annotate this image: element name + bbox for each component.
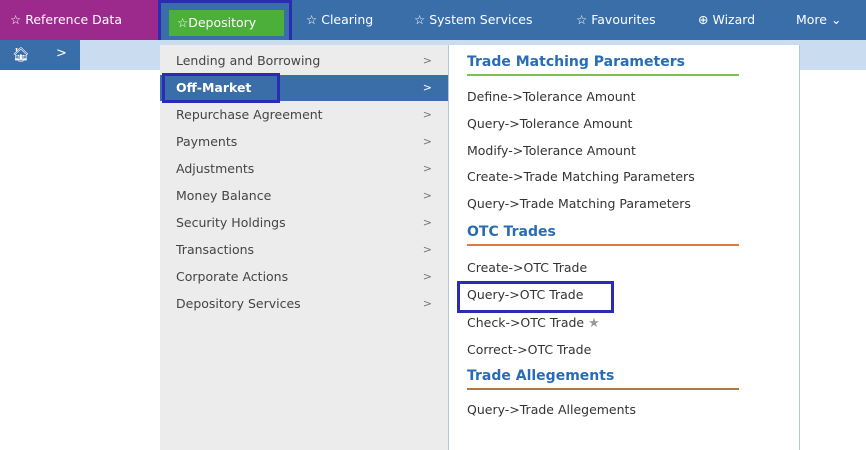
submenu-item-payments[interactable]: Payments > [160, 129, 448, 155]
nav-clearing[interactable]: ☆ Clearing [300, 0, 379, 40]
submenu-item-money-balance[interactable]: Money Balance > [160, 183, 448, 209]
query-otc-trade-highlight [457, 281, 614, 313]
submenu-item-transactions[interactable]: Transactions > [160, 237, 448, 263]
section-title-trade-allegements: Trade Allegements [467, 368, 615, 384]
link-check-otc-trade-label: Check->OTC Trade [467, 315, 585, 330]
star-icon: ☆ [414, 12, 426, 27]
link-query-trade-allegements[interactable]: Query->Trade Allegements [467, 402, 636, 417]
link-query-trade-matching-parameters[interactable]: Query->Trade Matching Parameters [467, 196, 691, 211]
link-create-otc-trade[interactable]: Create->OTC Trade [467, 260, 587, 275]
link-query-tolerance-amount[interactable]: Query->Tolerance Amount [467, 116, 632, 131]
star-icon: ☆ [10, 12, 22, 27]
nav-depository[interactable]: ☆Depository [169, 10, 284, 36]
star-icon: ☆ [177, 15, 189, 30]
off-market-flyout: Trade Matching Parameters Define->Tolera… [448, 45, 800, 450]
chevron-right-icon: > [422, 135, 432, 148]
nav-wizard[interactable]: ⊕ Wizard [692, 0, 761, 40]
link-check-otc-trade[interactable]: Check->OTC Trade ★ [467, 315, 600, 331]
nav-reference-data-label: Reference Data [25, 12, 122, 27]
chevron-right-icon: > [422, 216, 432, 229]
nav-system-services-label: System Services [429, 12, 533, 27]
nav-depository-highlight: ☆Depository [158, 0, 292, 45]
chevron-right-icon: > [422, 108, 432, 121]
submenu-item-adjustments[interactable]: Adjustments > [160, 156, 448, 182]
nav-more-label: More [796, 12, 827, 27]
star-icon: ☆ [576, 12, 588, 27]
submenu-item-corporate-actions[interactable]: Corporate Actions > [160, 264, 448, 290]
favourite-star-icon[interactable]: ★ [588, 316, 600, 331]
nav-wizard-label: Wizard [712, 12, 756, 27]
submenu-item-security-holdings[interactable]: Security Holdings > [160, 210, 448, 236]
breadcrumb-separator: > [56, 46, 67, 61]
chevron-right-icon: > [422, 81, 432, 94]
chevron-right-icon: > [422, 54, 432, 67]
home-icon[interactable]: 🏠︎ [12, 47, 30, 63]
submenu-item-label: Lending and Borrowing [176, 53, 321, 68]
nav-depository-label: Depository [188, 15, 257, 30]
submenu-item-label: Depository Services [176, 296, 301, 311]
chevron-down-icon: ⌄ [830, 12, 842, 27]
nav-system-services[interactable]: ☆ System Services [408, 0, 539, 40]
nav-favourites[interactable]: ☆ Favourites [570, 0, 662, 40]
chevron-right-icon: > [422, 243, 432, 256]
chevron-right-icon: > [422, 297, 432, 310]
star-icon: ☆ [306, 12, 318, 27]
submenu-item-label: Security Holdings [176, 215, 286, 230]
section-divider [467, 388, 739, 390]
submenu-item-label: Corporate Actions [176, 269, 289, 284]
depository-submenu: Lending and Borrowing > Off-Market > Rep… [160, 45, 448, 450]
chevron-right-icon: > [422, 270, 432, 283]
submenu-item-label: Money Balance [176, 188, 272, 203]
nav-clearing-label: Clearing [321, 12, 374, 27]
section-divider [467, 74, 739, 76]
chevron-right-icon: > [422, 189, 432, 202]
off-market-highlight [162, 73, 280, 103]
section-divider [467, 244, 739, 246]
submenu-item-label: Repurchase Agreement [176, 107, 323, 122]
submenu-item-label: Payments [176, 134, 238, 149]
submenu-item-repurchase-agreement[interactable]: Repurchase Agreement > [160, 102, 448, 128]
nav-favourites-label: Favourites [591, 12, 656, 27]
nav-more[interactable]: More ⌄ [790, 0, 847, 40]
section-title-otc-trades: OTC Trades [467, 224, 556, 240]
submenu-item-label: Adjustments [176, 161, 255, 176]
breadcrumb-home[interactable]: 🏠︎ > [0, 40, 80, 70]
link-modify-tolerance-amount[interactable]: Modify->Tolerance Amount [467, 143, 636, 158]
globe-icon: ⊕ [698, 12, 709, 27]
submenu-item-label: Transactions [176, 242, 255, 257]
submenu-item-lending-and-borrowing[interactable]: Lending and Borrowing > [160, 48, 448, 74]
submenu-item-depository-services[interactable]: Depository Services > [160, 291, 448, 317]
link-define-tolerance-amount[interactable]: Define->Tolerance Amount [467, 89, 636, 104]
link-create-trade-matching-parameters[interactable]: Create->Trade Matching Parameters [467, 169, 695, 184]
nav-reference-data[interactable]: ☆ Reference Data [0, 0, 158, 40]
chevron-right-icon: > [422, 162, 432, 175]
section-title-trade-matching-parameters: Trade Matching Parameters [467, 54, 685, 70]
top-nav-bar: ☆ Reference Data ☆Depository ☆ Clearing ☆ S… [0, 0, 866, 45]
link-correct-otc-trade[interactable]: Correct->OTC Trade [467, 342, 591, 357]
